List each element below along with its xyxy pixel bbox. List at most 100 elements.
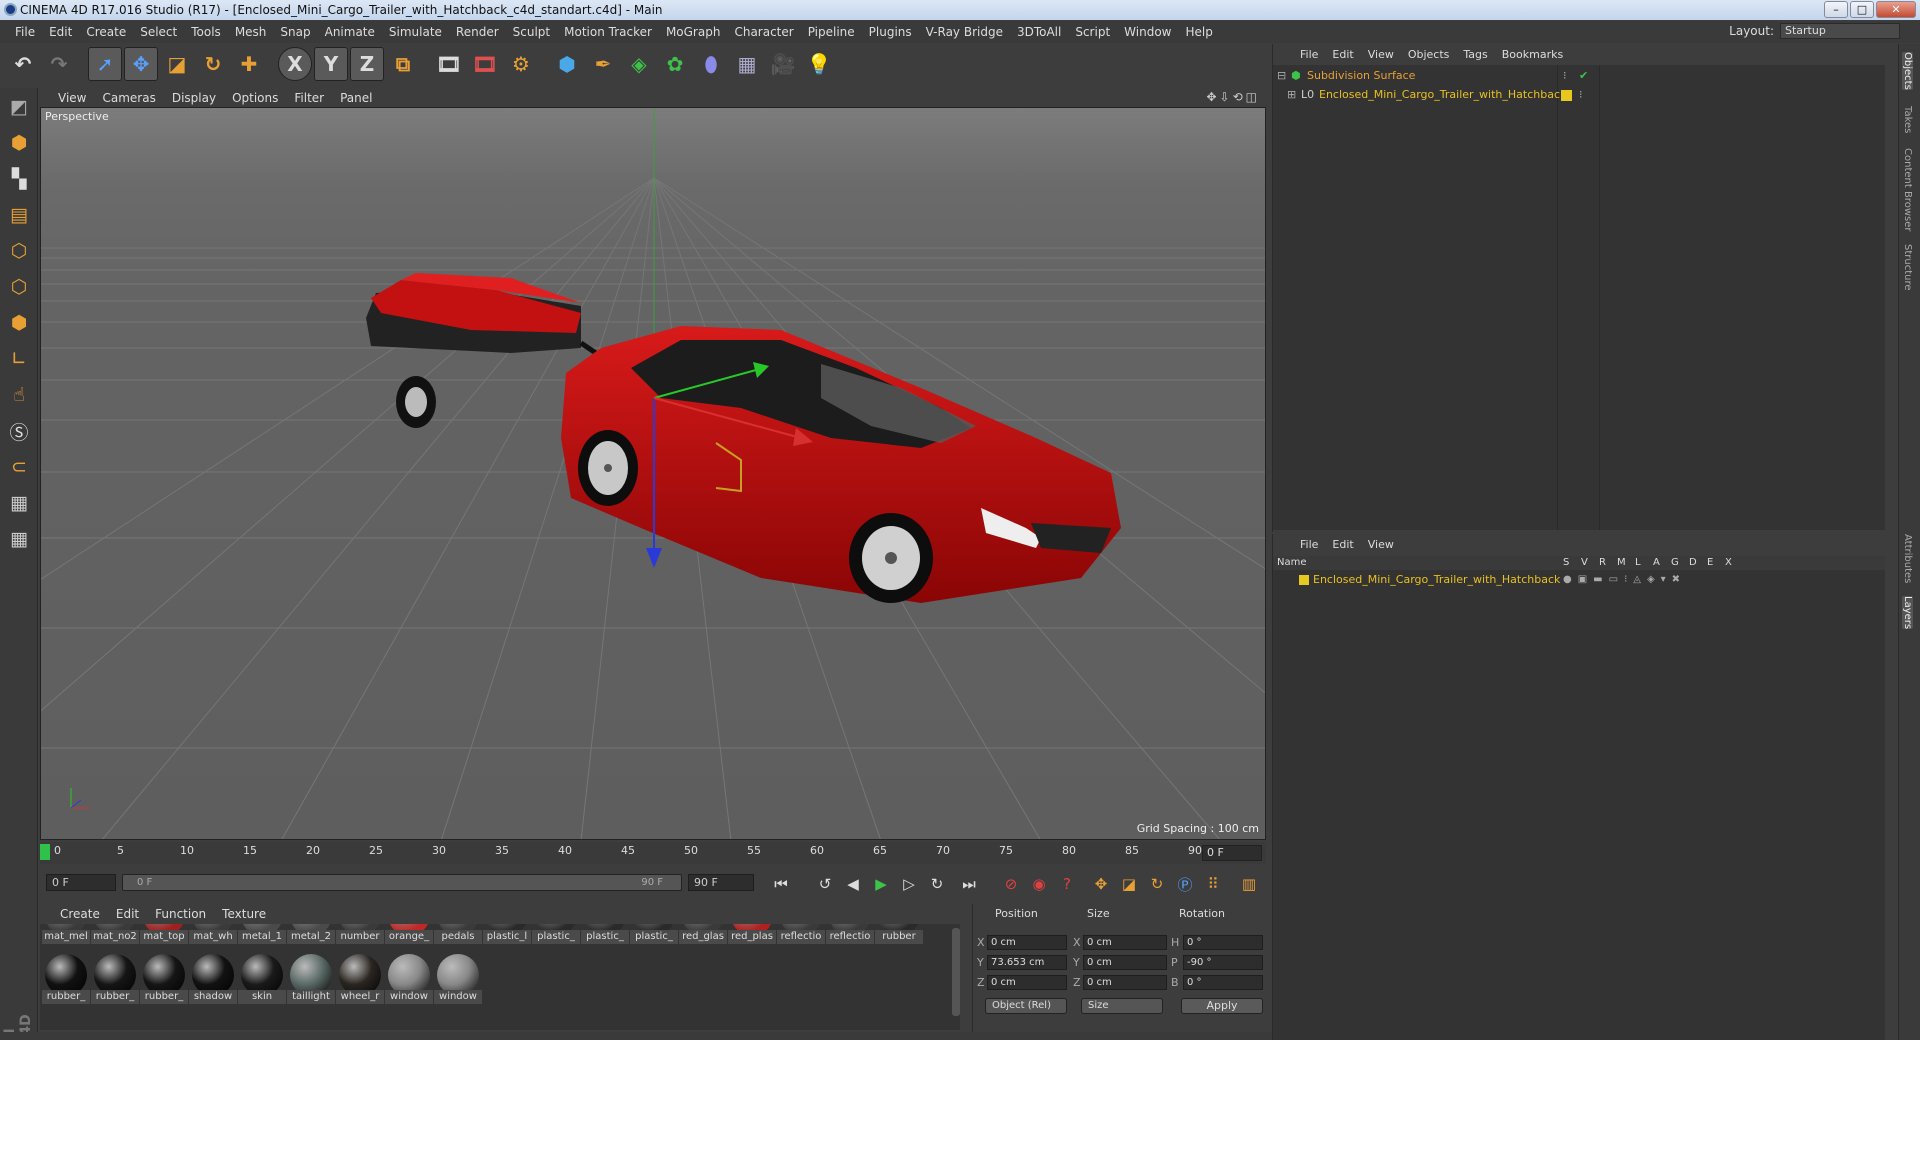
- layer-color-swatch[interactable]: [1299, 575, 1309, 585]
- pos-y-field[interactable]: 73.653 cm: [987, 955, 1067, 970]
- perspective-viewport[interactable]: Perspective Grid Spacing : 100 cm: [40, 107, 1266, 840]
- tab-content-browser[interactable]: Content Browser: [1902, 148, 1913, 231]
- render-settings-icon[interactable]: ⚙: [504, 47, 538, 81]
- menu-mesh[interactable]: Mesh: [228, 25, 274, 39]
- material-menu-create[interactable]: Create: [52, 907, 108, 921]
- menu-edit[interactable]: Edit: [42, 25, 79, 39]
- current-frame-field[interactable]: 0 F: [1202, 845, 1262, 861]
- timeline-ruler[interactable]: 0 5 10 15 20 25 30 35 40 45 50 55 60 65 70 75 80 85 90 0 F: [40, 842, 1266, 864]
- workplane-icon[interactable]: ▤: [2, 198, 36, 232]
- y-axis-icon[interactable]: Y: [314, 47, 348, 81]
- menu-3dtoall[interactable]: 3DToAll: [1010, 25, 1068, 39]
- tweak-icon[interactable]: ☝: [2, 378, 36, 412]
- next-keyframe-icon[interactable]: ↻: [924, 872, 950, 896]
- tab-takes[interactable]: Takes: [1902, 106, 1913, 133]
- material-swatch[interactable]: skin: [238, 952, 286, 1004]
- viewport-menu-filter[interactable]: Filter: [286, 91, 332, 105]
- record-keys-icon[interactable]: ⊘: [998, 872, 1024, 896]
- render-view-icon[interactable]: 🎞: [432, 47, 466, 81]
- material-swatch[interactable]: metal_2: [287, 924, 335, 944]
- menu-pipeline[interactable]: Pipeline: [801, 25, 862, 39]
- next-frame-icon[interactable]: ▷: [896, 872, 922, 896]
- tab-structure[interactable]: Structure: [1902, 244, 1913, 291]
- move-all-icon[interactable]: ✚: [232, 47, 266, 81]
- coordinate-mode-dropdown[interactable]: Object (Rel): [985, 998, 1067, 1014]
- size-z-field[interactable]: 0 cm: [1083, 975, 1167, 990]
- material-swatch[interactable]: orange_: [385, 924, 433, 944]
- layer-menu-file[interactable]: File: [1293, 538, 1325, 551]
- material-swatch[interactable]: rubber: [875, 924, 923, 944]
- material-swatch[interactable]: plastic_l: [483, 924, 531, 944]
- select-arrow-icon[interactable]: ➚: [88, 47, 122, 81]
- axis-mode-icon[interactable]: ∟: [2, 342, 36, 376]
- tab-attributes[interactable]: Attributes: [1902, 534, 1913, 583]
- material-swatch[interactable]: taillight: [287, 952, 335, 1004]
- lock-workplane-icon[interactable]: ▦: [2, 486, 36, 520]
- material-swatch[interactable]: red_glas: [679, 924, 727, 944]
- material-swatch[interactable]: mat_top: [140, 924, 188, 944]
- size-mode-dropdown[interactable]: Size: [1081, 998, 1163, 1014]
- viewport-menu-display[interactable]: Display: [164, 91, 224, 105]
- object-menu-tags[interactable]: Tags: [1456, 48, 1494, 61]
- material-swatch[interactable]: plastic_: [532, 924, 580, 944]
- z-axis-icon[interactable]: Z: [350, 47, 384, 81]
- object-menu-file[interactable]: File: [1293, 48, 1325, 61]
- collapse-icon[interactable]: ⊟: [1277, 67, 1286, 85]
- start-frame-field[interactable]: 0 F: [46, 874, 116, 891]
- menu-render[interactable]: Render: [449, 25, 506, 39]
- enabled-check-icon[interactable]: ✔: [1579, 67, 1588, 85]
- pos-z-field[interactable]: 0 cm: [987, 975, 1067, 990]
- key-scale-icon[interactable]: ◪: [1116, 872, 1142, 896]
- material-swatch[interactable]: plastic_: [630, 924, 678, 944]
- size-y-field[interactable]: 0 cm: [1083, 955, 1167, 970]
- menu-window[interactable]: Window: [1117, 25, 1178, 39]
- model-mode-icon[interactable]: ⬢: [2, 126, 36, 160]
- magnet-icon[interactable]: ⊂: [2, 450, 36, 484]
- material-menu-texture[interactable]: Texture: [214, 907, 274, 921]
- tab-layers[interactable]: Layers: [1902, 596, 1913, 630]
- viewport-nav-icons[interactable]: ✥⇩⟲◫: [1206, 90, 1260, 104]
- play-icon[interactable]: ▶: [868, 872, 894, 896]
- texture-mode-icon[interactable]: ▚: [2, 162, 36, 196]
- material-swatch[interactable]: mat_wh: [189, 924, 237, 944]
- menu-create[interactable]: Create: [79, 25, 133, 39]
- layout-select[interactable]: Startup: [1780, 23, 1900, 39]
- material-swatch[interactable]: red_plas: [728, 924, 776, 944]
- layer-menu-edit[interactable]: Edit: [1325, 538, 1360, 551]
- close-button[interactable]: ✕: [1876, 1, 1916, 18]
- object-menu-view[interactable]: View: [1361, 48, 1401, 61]
- material-swatch[interactable]: wheel_r: [336, 952, 384, 1004]
- spline-pen-icon[interactable]: ✒: [586, 47, 620, 81]
- edges-mode-icon[interactable]: ⬡: [2, 270, 36, 304]
- points-mode-icon[interactable]: ⬡: [2, 234, 36, 268]
- material-swatch[interactable]: rubber_: [140, 952, 188, 1004]
- layer-menu-view[interactable]: View: [1361, 538, 1401, 551]
- object-row-trailer[interactable]: ⊞ L0 Enclosed_Mini_Cargo_Trailer_with_Ha…: [1273, 86, 1885, 104]
- go-to-end-icon[interactable]: ⏭: [956, 872, 982, 896]
- viewport-menu-cameras[interactable]: Cameras: [94, 91, 163, 105]
- size-x-field[interactable]: 0 cm: [1083, 935, 1167, 950]
- expand-icon[interactable]: ⊞: [1287, 86, 1296, 104]
- menu-script[interactable]: Script: [1068, 25, 1117, 39]
- previous-keyframe-icon[interactable]: ↺: [812, 872, 838, 896]
- rot-b-field[interactable]: 0 °: [1183, 975, 1263, 990]
- material-menu-edit[interactable]: Edit: [108, 907, 147, 921]
- material-swatch[interactable]: pedals: [434, 924, 482, 944]
- timeline-playhead[interactable]: [40, 844, 50, 860]
- timeline-window-icon[interactable]: ▥: [1236, 872, 1262, 896]
- key-position-icon[interactable]: ✥: [1088, 872, 1114, 896]
- nurbs-icon[interactable]: ◈: [622, 47, 656, 81]
- menu-character[interactable]: Character: [727, 25, 800, 39]
- material-swatch[interactable]: window: [385, 952, 433, 1004]
- menu-animate[interactable]: Animate: [318, 25, 382, 39]
- object-row-subdivision[interactable]: ⊟ ⬢ Subdivision Surface ⁝ ✔: [1273, 67, 1885, 85]
- viewport-menu-panel[interactable]: Panel: [332, 91, 380, 105]
- snap-icon[interactable]: Ⓢ: [2, 414, 36, 448]
- autokey-icon[interactable]: ◉: [1026, 872, 1052, 896]
- key-parameter-icon[interactable]: Ⓟ: [1172, 872, 1198, 896]
- material-swatch[interactable]: mat_mel: [42, 924, 90, 944]
- visibility-dots-icon[interactable]: ⁝: [1563, 67, 1567, 85]
- menu-select[interactable]: Select: [133, 25, 184, 39]
- scale-icon[interactable]: ◪: [160, 47, 194, 81]
- material-swatch[interactable]: reflectio: [777, 924, 825, 944]
